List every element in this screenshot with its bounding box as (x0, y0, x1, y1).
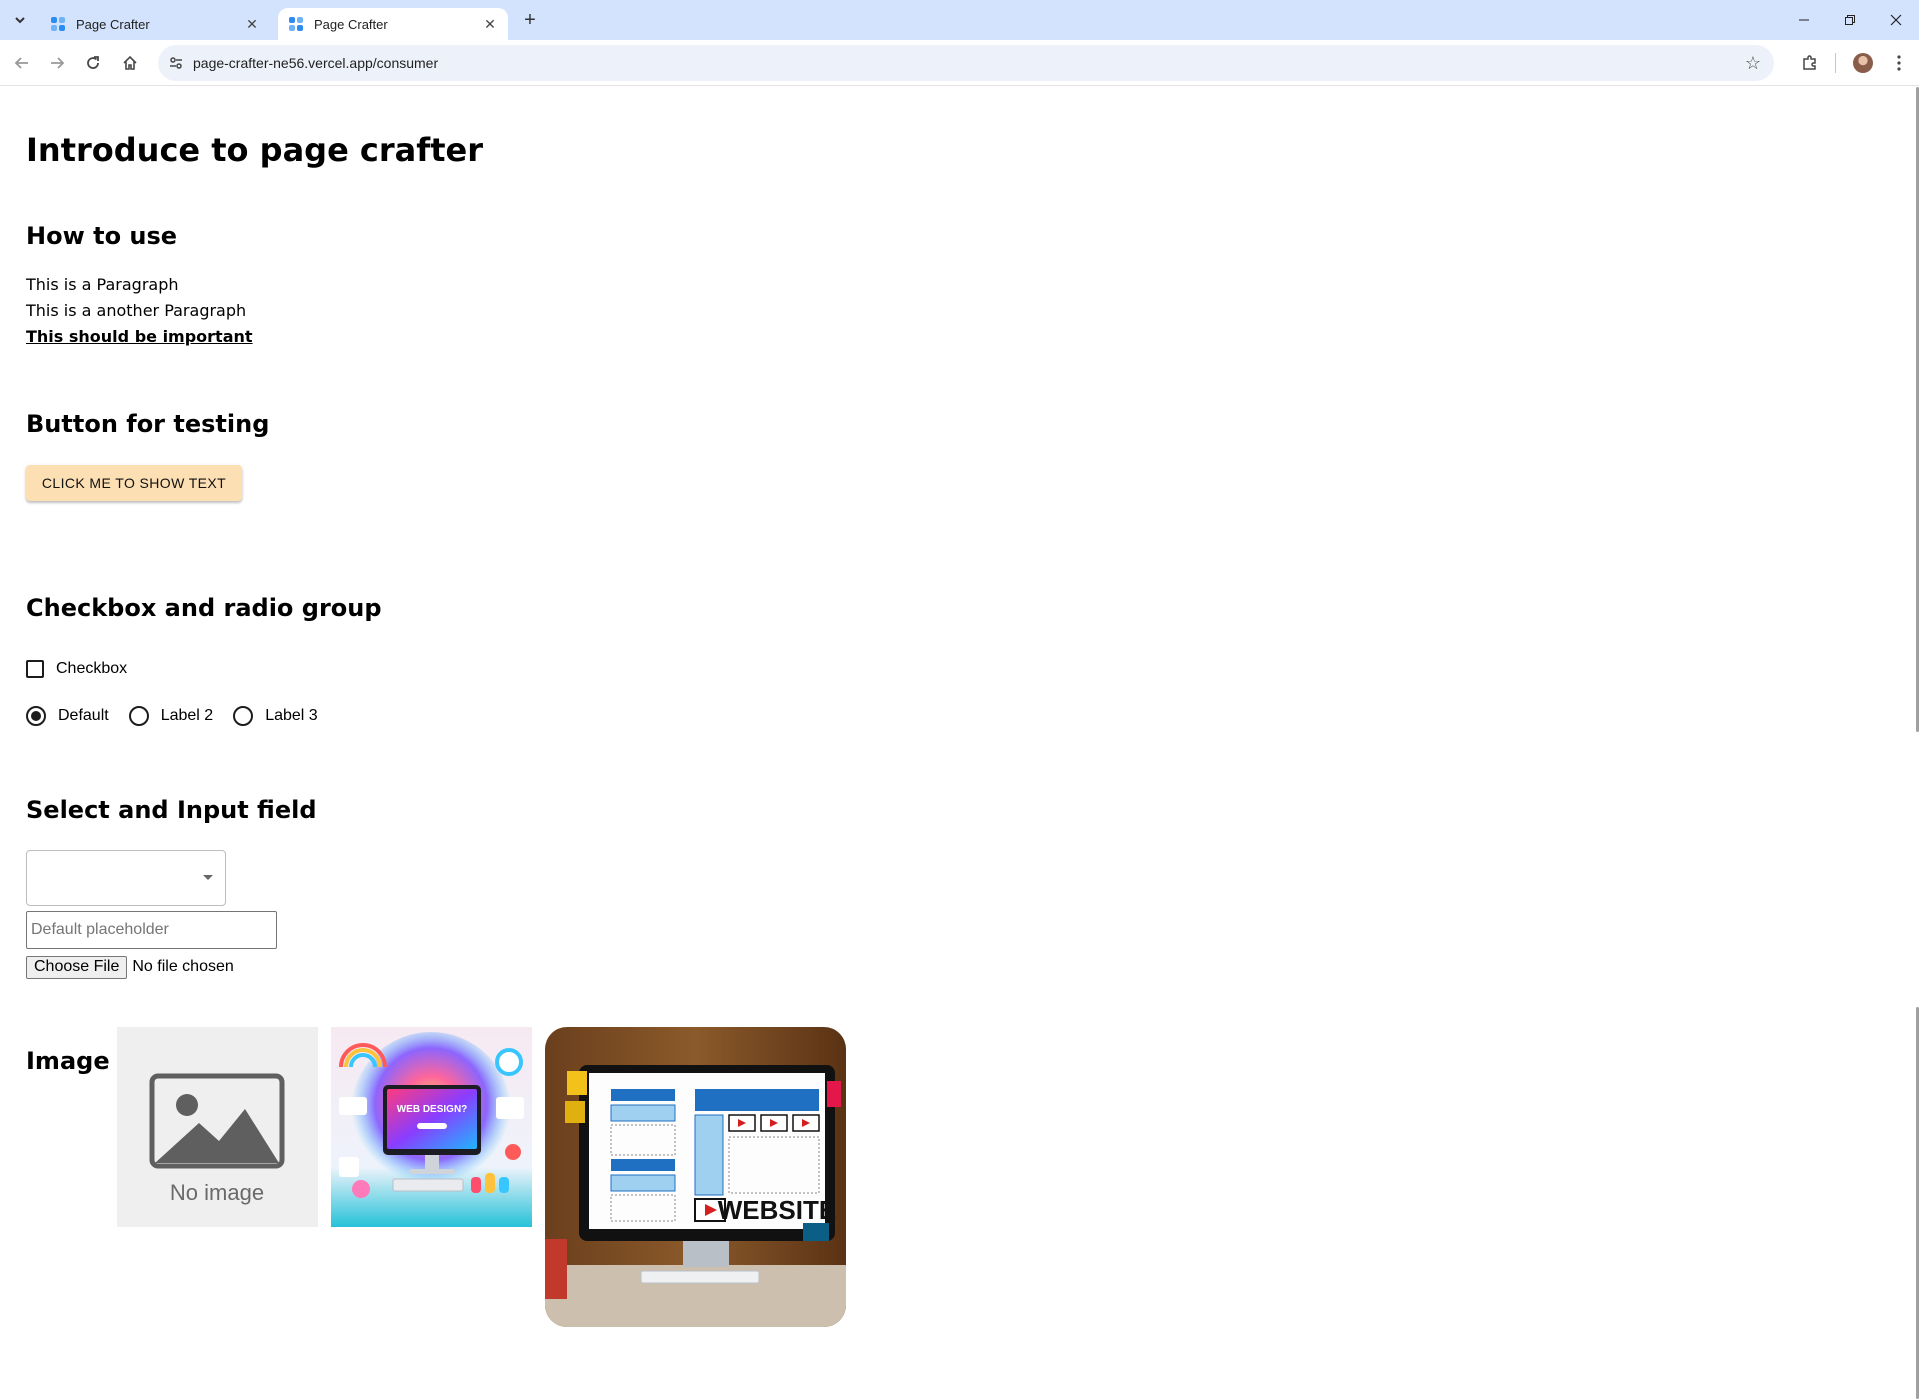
tab-page-crafter-2[interactable]: Page Crafter ✕ (278, 8, 508, 40)
page-crafter-favicon-icon (288, 16, 304, 32)
more-vertical-icon (1897, 55, 1901, 71)
input-section-heading: Select and Input field (26, 796, 317, 824)
file-status-text: No file chosen (132, 958, 234, 975)
profile-button[interactable] (1849, 49, 1877, 77)
browser-menu-button[interactable] (1885, 49, 1913, 77)
radio-label: Default (58, 707, 109, 724)
page-scrollbar[interactable] (1915, 87, 1919, 1399)
tab-title: Page Crafter (76, 16, 150, 32)
home-icon (123, 55, 137, 70)
home-button[interactable] (116, 49, 144, 77)
tab-bar: Page Crafter ✕ Page Crafter ✕ + (0, 0, 1919, 40)
choose-file-button[interactable]: Choose File (26, 955, 128, 979)
no-image-placeholder: No image (117, 1027, 318, 1227)
radio-label: Label 3 (265, 707, 318, 724)
minimize-button[interactable] (1781, 0, 1827, 40)
puzzle-icon (1803, 55, 1816, 70)
web-design-text: WEB DESIGN? (397, 1104, 468, 1115)
file-input[interactable]: Choose File No file chosen (26, 955, 234, 979)
tab-page-crafter-1[interactable]: Page Crafter ✕ (40, 8, 270, 40)
image-section-heading: Image (26, 1047, 110, 1075)
close-icon[interactable]: ✕ (482, 16, 498, 32)
restore-button[interactable] (1827, 0, 1873, 40)
avatar (1853, 53, 1873, 73)
new-tab-button[interactable]: + (518, 8, 542, 32)
website-wireframe-image: WEBSITE (545, 1027, 846, 1327)
button-section-heading: Button for testing (26, 410, 270, 438)
back-button[interactable] (8, 49, 36, 77)
checkbox-section-heading: Checkbox and radio group (26, 594, 382, 622)
radio-option-default[interactable]: Default (26, 706, 109, 726)
arrow-right-icon (51, 57, 65, 69)
radio-group: Default Label 2 Label 3 (26, 704, 338, 728)
web-design-image: WEB DESIGN? (331, 1027, 532, 1227)
bookmark-star-icon[interactable]: ☆ (1742, 52, 1764, 74)
how-to-use-heading: How to use (26, 222, 178, 250)
site-settings-icon[interactable] (166, 53, 186, 73)
radio-button[interactable] (128, 706, 149, 726)
radio-option-label-2[interactable]: Label 2 (128, 706, 214, 726)
extensions-button[interactable] (1796, 49, 1824, 77)
tab-search-button[interactable] (8, 8, 32, 32)
radio-label: Label 2 (160, 707, 214, 724)
close-icon[interactable]: ✕ (244, 16, 260, 32)
no-image-text: No image (170, 1180, 264, 1205)
forward-button[interactable] (43, 49, 71, 77)
text-input[interactable] (26, 911, 277, 949)
restore-icon (1845, 15, 1855, 25)
select-dropdown[interactable] (26, 850, 226, 906)
address-bar[interactable]: page-crafter-ne56.vercel.app/consumer ☆ (158, 45, 1774, 81)
page-crafter-favicon-icon (50, 16, 66, 32)
website-text: WEBSITE (718, 1195, 836, 1225)
dropdown-arrow-icon (203, 875, 213, 880)
paragraph-2: This is a another Paragraph (26, 301, 247, 320)
toolbar-divider (1835, 53, 1836, 73)
arrow-left-icon (14, 57, 28, 69)
checkbox-label: Checkbox (56, 660, 128, 677)
tab-title: Page Crafter (314, 16, 388, 32)
checkbox-box[interactable] (26, 660, 44, 678)
browser-toolbar: page-crafter-ne56.vercel.app/consumer ☆ (0, 40, 1919, 86)
important-text: This should be important (26, 327, 253, 346)
close-icon (1890, 14, 1902, 26)
reload-icon (87, 56, 99, 69)
chevron-down-icon (15, 17, 25, 24)
reload-button[interactable] (79, 49, 107, 77)
minimize-icon (1799, 19, 1809, 21)
radio-button-selected[interactable] (26, 706, 46, 726)
paragraph-1: This is a Paragraph (26, 275, 179, 294)
url-text: page-crafter-ne56.vercel.app/consumer (193, 55, 439, 71)
radio-button[interactable] (233, 706, 254, 726)
page-title: Introduce to page crafter (26, 131, 483, 169)
checkbox-field[interactable]: Checkbox (26, 657, 127, 681)
radio-option-label-3[interactable]: Label 3 (233, 706, 318, 726)
close-window-button[interactable] (1873, 0, 1919, 40)
show-text-button[interactable]: CLICK ME TO SHOW TEXT (26, 465, 242, 501)
